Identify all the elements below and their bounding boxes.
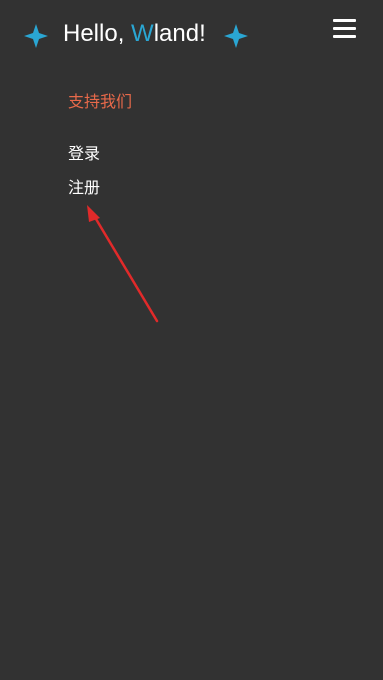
app-title: Hello, Wland!: [63, 17, 206, 51]
title-suffix: land!: [153, 20, 206, 47]
hamburger-menu-icon: [333, 19, 356, 22]
hamburger-menu-icon: [333, 35, 356, 38]
title-prefix: Hello,: [63, 20, 132, 47]
title-accent-letter: W: [131, 20, 154, 47]
login-link[interactable]: 登录: [68, 143, 100, 165]
annotation-arrow: [87, 205, 159, 323]
sparkle-icon: [224, 24, 248, 48]
hamburger-menu-button[interactable]: [333, 18, 359, 40]
sparkle-icon: [24, 24, 48, 48]
support-us-link[interactable]: 支持我们: [68, 91, 132, 113]
hamburger-menu-icon: [333, 27, 356, 30]
app-header: Hello, Wland!: [0, 0, 383, 70]
register-link[interactable]: 注册: [68, 177, 100, 199]
